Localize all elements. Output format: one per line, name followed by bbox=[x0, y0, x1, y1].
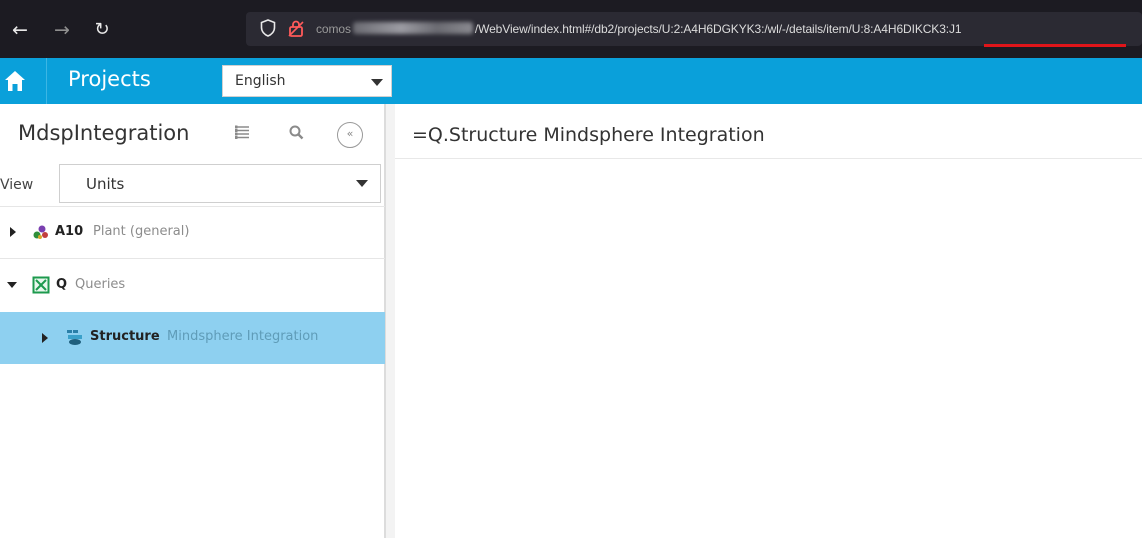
sidebar-title: MdspIntegration bbox=[18, 121, 190, 145]
reload-icon[interactable]: ↻ bbox=[90, 18, 114, 42]
collapse-arrow-icon[interactable] bbox=[7, 282, 17, 288]
forward-arrow-icon[interactable]: → bbox=[50, 18, 74, 42]
home-button[interactable] bbox=[0, 58, 48, 104]
tree-node-description: Plant (general) bbox=[93, 224, 190, 239]
language-value: English bbox=[235, 73, 286, 89]
browser-toolbar: ← → ↻ comos/WebView/index.html#/db2/proj… bbox=[0, 0, 1142, 58]
url-highlight-underline bbox=[984, 44, 1126, 47]
plant-icon bbox=[33, 225, 48, 239]
project-sidebar: MdspIntegration « View Units A10 Plant (… bbox=[0, 104, 385, 538]
tree-node-name: Structure bbox=[90, 329, 160, 344]
collapse-sidebar-button[interactable]: « bbox=[337, 122, 363, 148]
chevron-down-icon bbox=[356, 180, 368, 187]
app-header: Projects English bbox=[0, 58, 1142, 104]
back-arrow-icon[interactable]: ← bbox=[8, 18, 32, 42]
address-bar[interactable]: comos/WebView/index.html#/db2/projects/U… bbox=[246, 12, 1142, 46]
page-title: Projects bbox=[68, 67, 151, 91]
url-item-id: U:8:A4H6DIKCK3:J1 bbox=[851, 22, 962, 36]
details-divider bbox=[395, 158, 1142, 159]
tree-node-a10[interactable]: A10 Plant (general) bbox=[0, 206, 385, 258]
url-host: comos bbox=[316, 22, 351, 36]
language-select[interactable]: English bbox=[222, 65, 392, 97]
tree-node-name: Q bbox=[56, 277, 68, 292]
view-value: Units bbox=[86, 175, 125, 193]
sidebar-splitter[interactable] bbox=[385, 104, 395, 538]
structure-icon bbox=[67, 330, 82, 345]
tree-node-q[interactable]: Q Queries bbox=[0, 258, 385, 310]
details-title: =Q.Structure Mindsphere Integration bbox=[412, 124, 765, 146]
url-text: comos/WebView/index.html#/db2/projects/U… bbox=[316, 22, 962, 36]
search-icon[interactable] bbox=[285, 124, 307, 146]
lock-icon[interactable] bbox=[286, 19, 306, 39]
url-path: /WebView/index.html#/db2/projects/U:2:A4… bbox=[474, 22, 852, 36]
expand-arrow-icon[interactable] bbox=[10, 227, 16, 237]
chevron-down-icon bbox=[371, 79, 383, 86]
expand-arrow-icon[interactable] bbox=[42, 333, 48, 343]
tree-node-description: Mindsphere Integration bbox=[167, 329, 319, 344]
redacted-host bbox=[352, 22, 473, 34]
tree-node-name: A10 bbox=[55, 224, 84, 239]
tree-node-structure[interactable]: Structure Mindsphere Integration bbox=[0, 312, 385, 364]
view-select[interactable]: Units bbox=[59, 164, 381, 203]
tree-node-description: Queries bbox=[75, 277, 126, 292]
view-label: View bbox=[0, 177, 34, 193]
shield-icon[interactable] bbox=[258, 19, 278, 39]
header-divider bbox=[46, 58, 47, 104]
query-icon bbox=[32, 276, 50, 294]
home-icon bbox=[5, 71, 25, 91]
list-icon[interactable] bbox=[231, 124, 253, 146]
double-chevron-left-icon: « bbox=[346, 127, 354, 140]
